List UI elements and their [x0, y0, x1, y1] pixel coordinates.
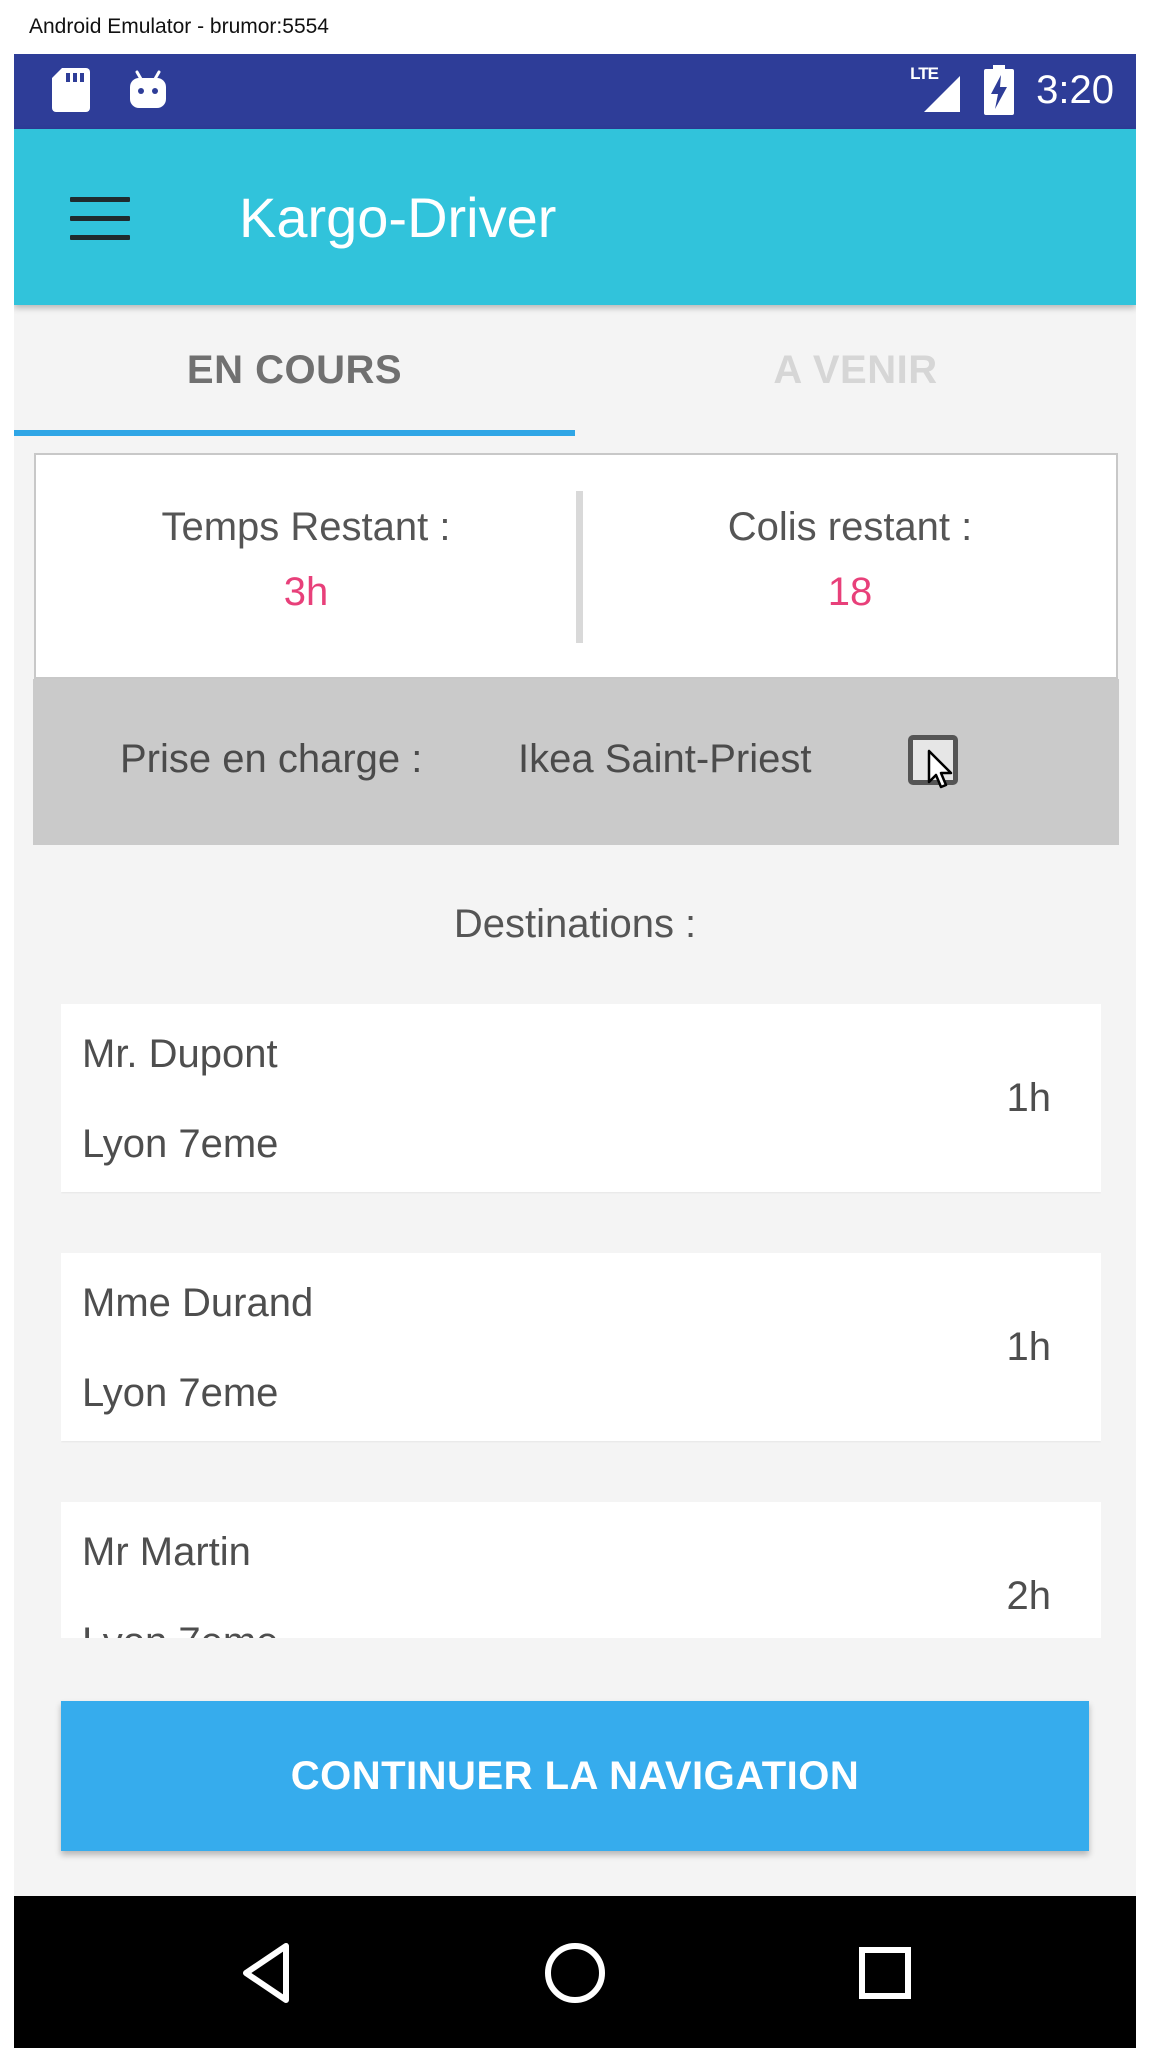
home-icon[interactable]: [540, 1938, 610, 2008]
pickup-row: Prise en charge : Ikea Saint-Priest: [33, 679, 1119, 845]
destination-city: Lyon 7eme: [82, 1122, 279, 1166]
hamburger-menu-icon[interactable]: [70, 197, 132, 241]
app-bar: Kargo-Driver: [14, 129, 1136, 305]
back-icon[interactable]: [234, 1938, 304, 2008]
tab-a-venir[interactable]: A VENIR: [575, 305, 1136, 435]
status-time: 3:20: [1036, 67, 1114, 112]
pickup-place: Ikea Saint-Priest: [518, 737, 812, 781]
summary-card: Temps Restant : 3h Colis restant : 18: [34, 453, 1118, 679]
tab-indicator: [14, 430, 575, 436]
destination-name: Mme Durand: [82, 1281, 314, 1325]
time-remaining-value: 3h: [283, 570, 329, 614]
device-screen: LTE 3:20 Kargo-Driver EN COURS A VENIR T…: [14, 54, 1136, 2048]
tab-bar: EN COURS A VENIR: [14, 305, 1136, 436]
recents-icon[interactable]: [850, 1938, 920, 2008]
destinations-title: Destinations :: [453, 902, 697, 946]
parcels-remaining-label: Colis restant :: [727, 505, 973, 549]
mouse-cursor-icon: [927, 749, 953, 789]
list-item[interactable]: Mr. Dupont Lyon 7eme 1h: [61, 1004, 1101, 1192]
sd-card-icon: [52, 68, 90, 112]
window-title: Android Emulator - brumor:5554: [29, 15, 329, 38]
android-icon: [130, 70, 166, 108]
parcels-remaining: Colis restant : 18: [580, 505, 1120, 615]
parcels-remaining-value: 18: [827, 570, 873, 614]
destination-time: 1h: [1006, 1325, 1052, 1369]
time-remaining: Temps Restant : 3h: [36, 505, 576, 615]
destinations-list[interactable]: Mr. Dupont Lyon 7eme 1h Mme Durand Lyon …: [61, 1004, 1101, 1638]
list-item[interactable]: Mme Durand Lyon 7eme 1h: [61, 1253, 1101, 1441]
window-border: [1136, 54, 1152, 2048]
destination-name: Mr Martin: [82, 1530, 251, 1574]
list-item[interactable]: Mr Martin Lyon 7eme 2h: [61, 1502, 1101, 1638]
status-bar: LTE 3:20: [14, 54, 1136, 129]
destination-time: 1h: [1006, 1076, 1052, 1120]
destination-name: Mr. Dupont: [82, 1032, 278, 1076]
app-title: Kargo-Driver: [239, 186, 557, 249]
destination-city: Lyon 7eme: [82, 1371, 279, 1415]
destination-time: 2h: [1006, 1574, 1052, 1618]
time-remaining-label: Temps Restant :: [161, 505, 451, 549]
system-nav-bar: [14, 1896, 1136, 2048]
emulator-title-bar: Android Emulator - brumor:5554: [0, 0, 1152, 54]
continue-navigation-button[interactable]: CONTINUER LA NAVIGATION: [61, 1701, 1089, 1851]
destination-city: Lyon 7eme: [82, 1620, 278, 1638]
battery-charging-icon: [984, 65, 1015, 115]
lte-signal-icon: LTE: [910, 62, 962, 118]
pickup-label: Prise en charge :: [120, 737, 423, 781]
tab-en-cours[interactable]: EN COURS: [14, 305, 575, 435]
